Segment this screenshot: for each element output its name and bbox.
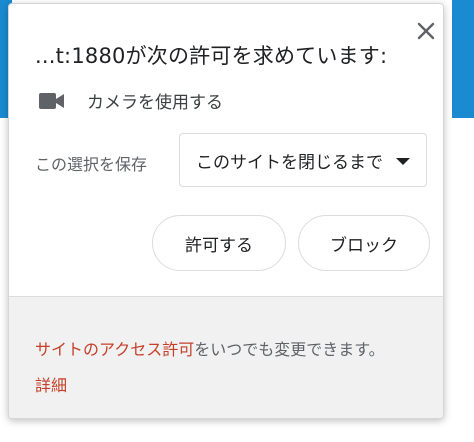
remember-label: この選択を保存 xyxy=(35,155,148,174)
remember-select-value: このサイトを閉じるまで xyxy=(196,152,383,173)
dialog-footer: サイトのアクセス許可をいつでも変更できます。 詳細 xyxy=(9,296,443,418)
details-link[interactable]: 詳細 xyxy=(35,372,67,396)
permission-dialog: ...t:1880が次の許可を求めています: カメラを使用する この選択を保存 … xyxy=(8,3,444,419)
caret-down-icon xyxy=(396,158,410,165)
footer-description: をいつでも変更できます。 xyxy=(194,340,385,359)
permission-label: カメラを使用する xyxy=(87,93,223,113)
dialog-title: ...t:1880が次の許可を求めています: xyxy=(35,44,388,68)
allow-button[interactable]: 許可する xyxy=(152,215,286,271)
footer-text: サイトのアクセス許可をいつでも変更できます。 xyxy=(35,336,385,360)
remember-select[interactable]: このサイトを閉じるまで xyxy=(179,133,427,187)
site-permissions-link[interactable]: サイトのアクセス許可 xyxy=(35,340,194,359)
close-icon xyxy=(417,22,435,40)
close-button[interactable] xyxy=(413,18,439,44)
camera-icon xyxy=(39,92,64,109)
background-page-bar-right xyxy=(452,0,474,118)
permission-row: カメラを使用する xyxy=(39,88,223,113)
block-button[interactable]: ブロック xyxy=(298,215,430,271)
